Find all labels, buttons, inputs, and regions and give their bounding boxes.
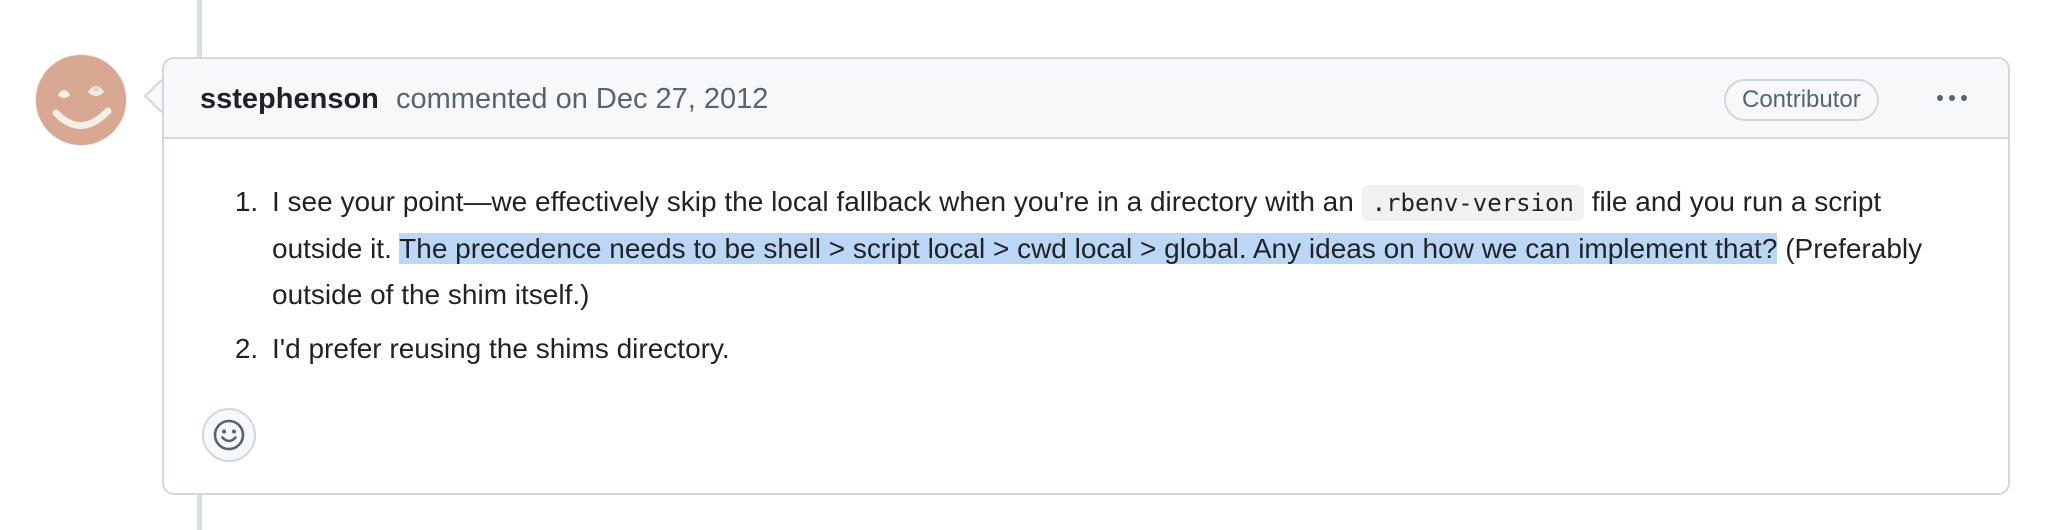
comment-box: sstephenson commented on Dec 27, 2012 Co… — [162, 57, 2010, 495]
author-link[interactable]: sstephenson — [200, 83, 379, 116]
inline-code: .rbenv-version — [1361, 185, 1584, 221]
comment-body: I see your point—we effectively skip the… — [226, 179, 1966, 380]
list-text: I see your point—we effectively skip the… — [272, 186, 1354, 217]
add-reaction-button[interactable] — [202, 408, 256, 462]
ordered-list: I see your point—we effectively skip the… — [226, 179, 1966, 372]
comment-timestamp[interactable]: commented on Dec 27, 2012 — [396, 83, 768, 116]
avatar-image — [36, 55, 126, 145]
smiley-icon — [213, 419, 245, 451]
highlighted-text: The precedence needs to be shell > scrip… — [399, 233, 1778, 264]
comment-header: sstephenson commented on Dec 27, 2012 Co… — [164, 59, 2008, 139]
list-item: I'd prefer reusing the shims directory. — [266, 326, 1966, 372]
list-text: I'd prefer reusing the shims directory. — [272, 333, 730, 364]
kebab-horizontal-icon[interactable] — [1930, 81, 1974, 115]
contributor-badge: Contributor — [1724, 79, 1879, 121]
list-item: I see your point—we effectively skip the… — [266, 179, 1966, 318]
avatar[interactable] — [36, 55, 126, 145]
